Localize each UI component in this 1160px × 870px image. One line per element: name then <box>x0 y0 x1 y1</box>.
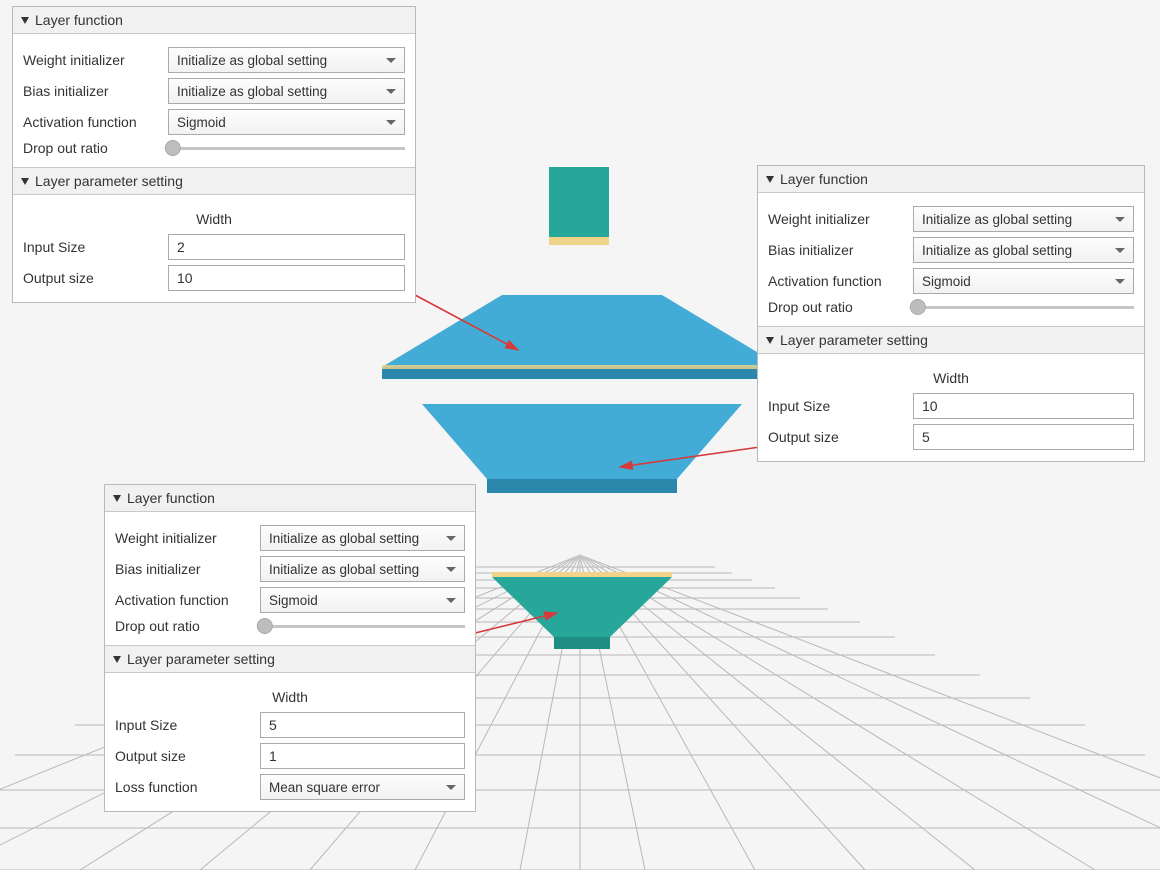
select-loss-fn[interactable]: Mean square error <box>260 774 465 800</box>
layer-input-block <box>541 167 621 255</box>
chevron-down-icon <box>1115 217 1125 222</box>
label-bias-init: Bias initializer <box>115 561 250 577</box>
width-column-header: Width <box>115 681 465 707</box>
select-bias-init[interactable]: Initialize as global setting <box>260 556 465 582</box>
disclosure-icon <box>766 337 774 344</box>
arrow-panel1 <box>410 290 540 370</box>
slider-dropout[interactable] <box>168 147 405 150</box>
select-bias-init[interactable]: Initialize as global setting <box>913 237 1134 263</box>
label-activation: Activation function <box>23 114 158 130</box>
label-activation: Activation function <box>115 592 250 608</box>
input-output-size[interactable]: 5 <box>913 424 1134 450</box>
chevron-down-icon <box>386 120 396 125</box>
label-bias-init: Bias initializer <box>23 83 158 99</box>
section-layer-function-header[interactable]: Layer function <box>105 485 475 512</box>
section-layer-function-header[interactable]: Layer function <box>758 166 1144 193</box>
select-weight-init[interactable]: Initialize as global setting <box>913 206 1134 232</box>
select-activation[interactable]: Sigmoid <box>168 109 405 135</box>
slider-dropout[interactable] <box>913 306 1134 309</box>
label-input-size: Input Size <box>768 398 903 414</box>
chevron-down-icon <box>386 58 396 63</box>
panel-layer-2: Layer function Weight initializer Initia… <box>757 165 1145 462</box>
chevron-down-icon <box>446 567 456 572</box>
section-title: Layer function <box>127 490 215 506</box>
disclosure-icon <box>21 178 29 185</box>
section-title: Layer function <box>780 171 868 187</box>
label-dropout: Drop out ratio <box>23 140 158 156</box>
label-input-size: Input Size <box>23 239 158 255</box>
section-layer-function-header[interactable]: Layer function <box>13 7 415 34</box>
select-activation[interactable]: Sigmoid <box>260 587 465 613</box>
input-input-size[interactable]: 10 <box>913 393 1134 419</box>
panel-layer-1: Layer function Weight initializer Initia… <box>12 6 416 303</box>
label-bias-init: Bias initializer <box>768 242 903 258</box>
section-title: Layer parameter setting <box>127 651 275 667</box>
select-activation[interactable]: Sigmoid <box>913 268 1134 294</box>
label-input-size: Input Size <box>115 717 250 733</box>
section-title: Layer parameter setting <box>780 332 928 348</box>
input-output-size[interactable]: 10 <box>168 265 405 291</box>
width-column-header: Width <box>23 203 405 229</box>
chevron-down-icon <box>1115 279 1125 284</box>
section-layer-param-header[interactable]: Layer parameter setting <box>105 645 475 673</box>
panel-layer-3: Layer function Weight initializer Initia… <box>104 484 476 812</box>
select-weight-init[interactable]: Initialize as global setting <box>260 525 465 551</box>
disclosure-icon <box>113 656 121 663</box>
label-dropout: Drop out ratio <box>115 618 250 634</box>
chevron-down-icon <box>386 89 396 94</box>
label-weight-init: Weight initializer <box>768 211 903 227</box>
label-activation: Activation function <box>768 273 903 289</box>
arrow-panel2 <box>610 445 770 485</box>
label-dropout: Drop out ratio <box>768 299 903 315</box>
section-title: Layer function <box>35 12 123 28</box>
disclosure-icon <box>113 495 121 502</box>
select-bias-init[interactable]: Initialize as global setting <box>168 78 405 104</box>
section-layer-param-header[interactable]: Layer parameter setting <box>758 326 1144 354</box>
section-layer-param-header[interactable]: Layer parameter setting <box>13 167 415 195</box>
label-weight-init: Weight initializer <box>115 530 250 546</box>
width-column-header: Width <box>768 362 1134 388</box>
label-loss-fn: Loss function <box>115 779 250 795</box>
label-weight-init: Weight initializer <box>23 52 158 68</box>
select-weight-init[interactable]: Initialize as global setting <box>168 47 405 73</box>
disclosure-icon <box>21 17 29 24</box>
section-title: Layer parameter setting <box>35 173 183 189</box>
chevron-down-icon <box>446 536 456 541</box>
input-input-size[interactable]: 5 <box>260 712 465 738</box>
chevron-down-icon <box>1115 248 1125 253</box>
arrow-panel3 <box>462 605 572 645</box>
label-output-size: Output size <box>23 270 158 286</box>
input-output-size[interactable]: 1 <box>260 743 465 769</box>
input-input-size[interactable]: 2 <box>168 234 405 260</box>
slider-dropout[interactable] <box>260 625 465 628</box>
chevron-down-icon <box>446 785 456 790</box>
label-output-size: Output size <box>115 748 250 764</box>
label-output-size: Output size <box>768 429 903 445</box>
chevron-down-icon <box>446 598 456 603</box>
disclosure-icon <box>766 176 774 183</box>
